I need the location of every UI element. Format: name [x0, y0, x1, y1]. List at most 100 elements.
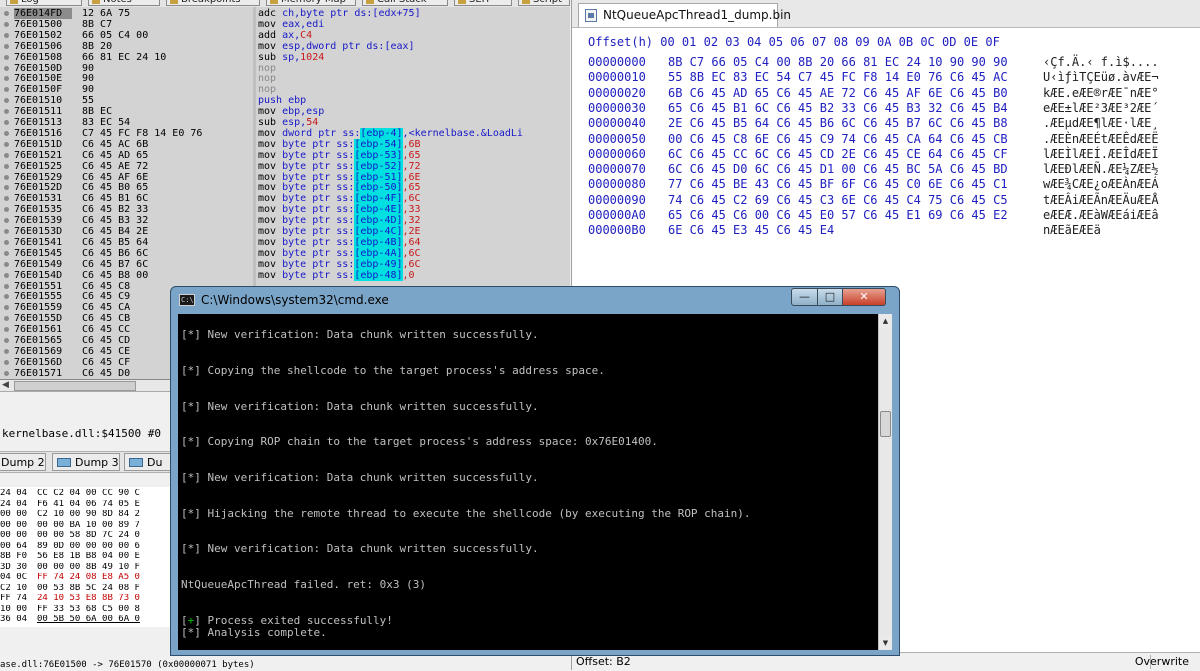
- disasm-row[interactable]: 76E01502 66 05 C4 00 add ax,C4: [0, 30, 570, 41]
- disasm-row[interactable]: 76E01541 C6 45 B5 64 mov byte ptr ss:[ebp-…: [0, 236, 570, 248]
- breakpoint-gutter[interactable]: [0, 161, 14, 172]
- disasm-row[interactable]: 76E0150D 90 nop: [0, 63, 570, 74]
- cmd-title-bar[interactable]: C:\ C:\Windows\system32\cmd.exe — □ ✕: [171, 287, 899, 313]
- console-vertical-scrollbar[interactable]: ▲ ▼: [878, 314, 892, 650]
- breakpoint-gutter[interactable]: [0, 291, 14, 302]
- breakpoint-gutter[interactable]: [0, 204, 14, 215]
- disasm-row[interactable]: 76E0150E 90 nop: [0, 73, 570, 84]
- hex-ascii: wÆE¾CÆE¿oÆEÀnÆEÁ: [1043, 177, 1159, 192]
- breakpoint-gutter[interactable]: [0, 368, 14, 379]
- disasm-row[interactable]: 76E01525 C6 45 AE 72 mov byte ptr ss:[ebp-…: [0, 160, 570, 172]
- breakpoint-gutter[interactable]: [0, 150, 14, 161]
- top-tab[interactable]: Breakpoints: [166, 0, 260, 6]
- disasm-row[interactable]: 76E01506 8B 20 mov esp,dword ptr ds:[eax]: [0, 41, 570, 52]
- asm-token: mov: [258, 18, 283, 30]
- tab-dump-file[interactable]: NtQueueApcThread1_dump.bin: [578, 3, 791, 27]
- disasm-row[interactable]: 76E01531 C6 45 B1 6C mov byte ptr ss:[ebp-…: [0, 193, 570, 205]
- disasm-instruction: mov byte ptr ss:[ebp-51],6E: [258, 171, 568, 183]
- disasm-row[interactable]: 76E01510 55 push ebp: [0, 95, 570, 106]
- breakpoint-gutter[interactable]: [0, 84, 14, 95]
- breakpoint-gutter[interactable]: [0, 259, 14, 270]
- breakpoint-gutter[interactable]: [0, 73, 14, 84]
- scroll-up-icon[interactable]: ▲: [879, 314, 892, 328]
- breakpoint-gutter[interactable]: [0, 30, 14, 41]
- top-tab[interactable]: Memory Map: [266, 0, 356, 6]
- breakpoint-gutter[interactable]: [0, 248, 14, 259]
- top-tab[interactable]: Call Stack: [362, 0, 448, 6]
- breakpoint-dot-icon: [4, 294, 9, 300]
- breakpoint-gutter[interactable]: [0, 237, 14, 248]
- breakpoint-gutter[interactable]: [0, 270, 14, 281]
- hex-view[interactable]: Offset(h) 00 01 02 03 04 05 06 07 08 09 …: [572, 28, 1200, 248]
- breakpoint-gutter[interactable]: [0, 346, 14, 357]
- breakpoint-gutter[interactable]: [0, 357, 14, 368]
- breakpoint-gutter[interactable]: [0, 52, 14, 63]
- breakpoint-gutter[interactable]: [0, 19, 14, 30]
- breakpoint-gutter[interactable]: [0, 106, 14, 117]
- breakpoint-gutter[interactable]: [0, 193, 14, 204]
- disasm-bytes: C6 45 B2 33: [82, 204, 149, 216]
- maximize-button[interactable]: □: [817, 288, 843, 306]
- disasm-row[interactable]: 76E01535 C6 45 B2 33 mov byte ptr ss:[ebp-…: [0, 204, 570, 216]
- disasm-row[interactable]: 76E01539 C6 45 B3 32 mov byte ptr ss:[ebp-…: [0, 215, 570, 227]
- disasm-row[interactable]: 76E0153D C6 45 B4 2E mov byte ptr ss:[ebp-…: [0, 226, 570, 237]
- asm-token: mov: [258, 149, 283, 161]
- disasm-row[interactable]: 76E01500 8B C7 mov eax,edi: [0, 19, 570, 30]
- disasm-row[interactable]: 76E0154D C6 45 B8 00 mov byte ptr ss:[ebp-…: [0, 269, 570, 281]
- scrollbar-thumb[interactable]: [14, 381, 136, 391]
- disasm-row[interactable]: 76E01521 C6 45 AD 65 mov byte ptr ss:[ebp-…: [0, 149, 570, 161]
- edit-mode-indicator[interactable]: Overwrite: [1135, 653, 1189, 671]
- disasm-row[interactable]: 76E01516 C7 45 FC F8 14 E0 76 mov dword pt…: [0, 127, 570, 139]
- hex-ascii: .ÆEµdÆE¶lÆE·lÆE¸: [1043, 116, 1159, 131]
- breakpoint-gutter[interactable]: [0, 313, 14, 324]
- breakpoint-gutter[interactable]: [0, 139, 14, 150]
- scroll-down-icon[interactable]: ▼: [879, 636, 892, 650]
- breakpoint-gutter[interactable]: [0, 63, 14, 74]
- top-tab[interactable]: Notes: [88, 0, 160, 6]
- breakpoint-gutter[interactable]: [0, 281, 14, 292]
- dump-tab[interactable]: Dump 2: [0, 453, 46, 471]
- dump-tab-label: Du: [147, 456, 163, 469]
- breakpoint-gutter[interactable]: [0, 117, 14, 128]
- scroll-left-icon[interactable]: ◀: [2, 380, 9, 390]
- top-tab[interactable]: Script: [518, 0, 570, 6]
- top-tab-label: Script: [533, 0, 562, 5]
- top-tab[interactable]: SEH: [454, 0, 512, 6]
- disasm-row[interactable]: 76E01529 C6 45 AF 6E mov byte ptr ss:[ebp-…: [0, 171, 570, 183]
- breakpoint-gutter[interactable]: [0, 182, 14, 193]
- disasm-instruction: mov byte ptr ss:[ebp-4B],64: [258, 236, 568, 248]
- asm-token: byte ptr: [282, 182, 337, 194]
- cmd-window[interactable]: C:\ C:\Windows\system32\cmd.exe — □ ✕ [*…: [170, 286, 900, 656]
- disasm-row[interactable]: 76E014FD 12 6A 75 adc ch,byte ptr ds:[edx+…: [0, 8, 570, 19]
- scrollbar-thumb[interactable]: [880, 411, 891, 437]
- console-output[interactable]: [*] New verification: Data chunk written…: [178, 314, 878, 650]
- breakpoint-gutter[interactable]: [0, 302, 14, 313]
- close-button[interactable]: ✕: [842, 288, 886, 306]
- disasm-row[interactable]: 76E0152D C6 45 B0 65 mov byte ptr ss:[ebp-…: [0, 182, 570, 194]
- disasm-row[interactable]: 76E0151D C6 45 AC 6B mov byte ptr ss:[ebp-…: [0, 138, 570, 150]
- disasm-row[interactable]: 76E01508 66 81 EC 24 10 sub sp,1024: [0, 52, 570, 63]
- breakpoint-gutter[interactable]: [0, 335, 14, 346]
- dump-tab[interactable]: Dump 3: [52, 453, 120, 471]
- disasm-address: 76E0150E: [14, 73, 63, 85]
- disasm-row[interactable]: 76E01511 8B EC mov ebp,esp: [0, 106, 570, 117]
- minimize-button[interactable]: —: [791, 288, 818, 306]
- breakpoint-gutter[interactable]: [0, 215, 14, 226]
- breakpoint-gutter[interactable]: [0, 172, 14, 183]
- disasm-row[interactable]: 76E01513 83 EC 54 sub esp,54: [0, 117, 570, 128]
- debugger-status-bar: ase.dll:76E01500 -> 76E01570 (0x00000071…: [0, 660, 570, 670]
- breakpoint-gutter[interactable]: [0, 226, 14, 237]
- disasm-row[interactable]: 76E01549 C6 45 B7 6C mov byte ptr ss:[ebp-…: [0, 258, 570, 270]
- disasm-row[interactable]: 76E0150F 90 nop: [0, 84, 570, 95]
- disasm-address: 76E01559: [14, 302, 63, 314]
- breakpoint-gutter[interactable]: [0, 95, 14, 106]
- console-icon[interactable]: C:\: [179, 294, 195, 306]
- breakpoint-gutter[interactable]: [0, 41, 14, 52]
- breakpoint-gutter[interactable]: [0, 8, 14, 19]
- breakpoint-gutter[interactable]: [0, 324, 14, 335]
- top-tab[interactable]: Log: [6, 0, 82, 6]
- asm-token: ax,: [282, 29, 301, 41]
- disasm-row[interactable]: 76E01545 C6 45 B6 6C mov byte ptr ss:[ebp-…: [0, 247, 570, 259]
- breakpoint-gutter[interactable]: [0, 128, 14, 139]
- tab-icon: [170, 0, 178, 4]
